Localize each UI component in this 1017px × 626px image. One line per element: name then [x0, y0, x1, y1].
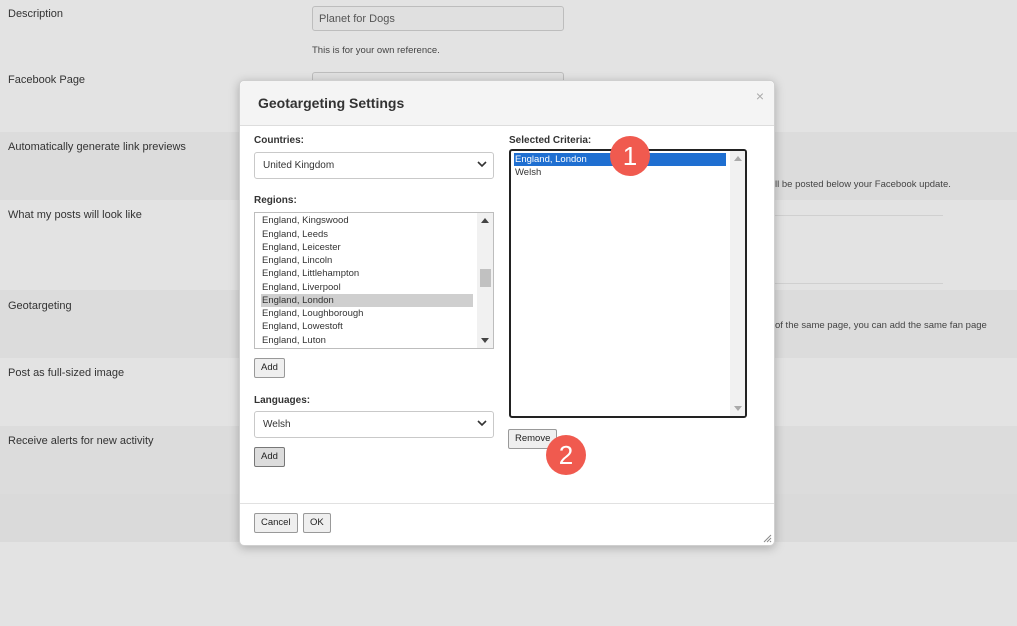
- scroll-thumb[interactable]: [480, 269, 491, 287]
- languages-select-value: Welsh: [263, 419, 291, 430]
- region-option[interactable]: England, Kingswood: [261, 214, 473, 227]
- close-icon[interactable]: ×: [756, 88, 764, 104]
- description-help: This is for your own reference.: [312, 45, 440, 56]
- region-option[interactable]: England, Leeds: [261, 228, 473, 241]
- callout-badge-1: 1: [610, 136, 650, 176]
- geotargeting-help: of the same page, you can add the same f…: [775, 320, 987, 331]
- regions-scrollbar[interactable]: [477, 213, 493, 348]
- regions-listbox[interactable]: England, Kingswood England, Leeds Englan…: [254, 212, 494, 349]
- scroll-up-icon[interactable]: [481, 218, 489, 223]
- facebook-page-label: Facebook Page: [8, 74, 86, 86]
- criteria-scrollbar[interactable]: [730, 151, 745, 416]
- dialog-header: Geotargeting Settings ×: [240, 81, 774, 126]
- region-option[interactable]: England, Littlehampton: [261, 267, 473, 280]
- link-previews-label: Automatically generate link previews: [8, 141, 186, 153]
- chevron-down-icon: [477, 420, 487, 427]
- region-option-selected[interactable]: England, London: [261, 294, 473, 307]
- ok-button[interactable]: OK: [303, 513, 331, 533]
- alerts-label: Receive alerts for new activity: [8, 435, 154, 447]
- scroll-down-icon[interactable]: [481, 338, 489, 343]
- countries-select-value: United Kingdom: [263, 160, 335, 171]
- preview-divider-bottom: [775, 283, 943, 284]
- region-option[interactable]: England, Lowestoft: [261, 320, 473, 333]
- chevron-down-icon: [477, 161, 487, 168]
- scroll-up-icon[interactable]: [734, 156, 742, 161]
- selected-criteria-listbox[interactable]: England, London Welsh: [509, 149, 747, 418]
- languages-label: Languages:: [254, 395, 311, 406]
- cancel-button[interactable]: Cancel: [254, 513, 298, 533]
- add-region-button[interactable]: Add: [254, 358, 285, 378]
- link-previews-help: ll be posted below your Facebook update.: [775, 179, 951, 190]
- add-language-button[interactable]: Add: [254, 447, 285, 467]
- callout-badge-2: 2: [546, 435, 586, 475]
- regions-label: Regions:: [254, 195, 297, 206]
- languages-select[interactable]: Welsh: [254, 411, 494, 438]
- geotargeting-label: Geotargeting: [8, 300, 72, 312]
- dialog-title: Geotargeting Settings: [258, 95, 405, 111]
- resize-grip-icon[interactable]: [762, 533, 772, 543]
- region-option[interactable]: England, Liverpool: [261, 281, 473, 294]
- geotargeting-dialog: Geotargeting Settings × Countries: Unite…: [239, 80, 775, 546]
- dialog-footer-divider: [240, 503, 774, 504]
- post-preview-label: What my posts will look like: [8, 209, 142, 221]
- countries-select[interactable]: United Kingdom: [254, 152, 494, 179]
- region-option[interactable]: England, Leicester: [261, 241, 473, 254]
- full-size-image-label: Post as full-sized image: [8, 367, 125, 379]
- region-option[interactable]: England, Lincoln: [261, 254, 473, 267]
- region-option[interactable]: England, Loughborough: [261, 307, 473, 320]
- description-input[interactable]: Planet for Dogs: [312, 6, 564, 31]
- scroll-down-icon[interactable]: [734, 406, 742, 411]
- countries-label: Countries:: [254, 135, 304, 146]
- preview-divider-top: [775, 215, 943, 216]
- description-row: Description Planet for Dogs This is for …: [0, 0, 1017, 66]
- description-label: Description: [8, 8, 64, 20]
- region-option[interactable]: England, Luton: [261, 334, 473, 347]
- selected-criteria-label: Selected Criteria:: [509, 135, 592, 146]
